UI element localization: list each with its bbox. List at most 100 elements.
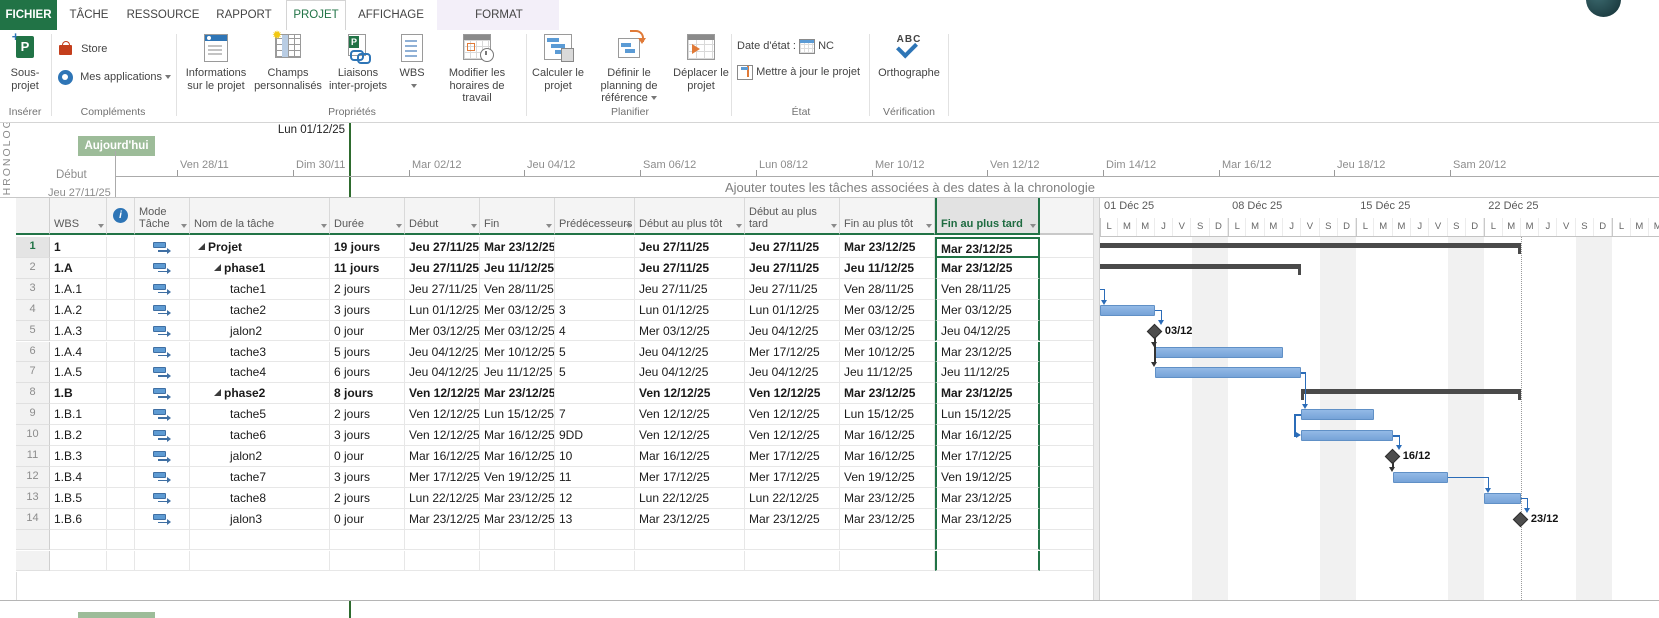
- cell-name[interactable]: jalon3: [190, 509, 330, 530]
- sous-projet-button[interactable]: +P Sous-projet: [2, 33, 48, 109]
- mes-applications-button[interactable]: Mes applications: [58, 66, 171, 88]
- cell-mode[interactable]: [135, 258, 190, 279]
- cell-info[interactable]: [107, 404, 135, 425]
- tab-format[interactable]: FORMAT: [466, 0, 532, 30]
- cell-name[interactable]: tache5: [190, 404, 330, 425]
- timeline-hint[interactable]: Ajouter toutes les tâches associées à de…: [540, 180, 1280, 195]
- cell-fpt[interactable]: Mer 03/12/25: [840, 321, 935, 342]
- cell-duree[interactable]: [330, 530, 405, 551]
- cell-pred[interactable]: [555, 237, 635, 258]
- modifier-horaires-button[interactable]: Modifier les horaires de travail: [434, 33, 520, 109]
- cell-wbs[interactable]: 1.A: [50, 258, 107, 279]
- cell-debut[interactable]: Lun 01/12/25: [405, 300, 480, 321]
- cell-fpt[interactable]: Jeu 11/12/25: [840, 258, 935, 279]
- cell-wbs[interactable]: 1: [50, 237, 107, 258]
- cell-fpt[interactable]: Mer 10/12/25: [840, 342, 935, 363]
- cell-debut[interactable]: Mer 17/12/25: [405, 467, 480, 488]
- cell-fpt[interactable]: [840, 551, 935, 572]
- cell-debut[interactable]: Lun 22/12/25: [405, 488, 480, 509]
- cell-dptard[interactable]: [745, 530, 840, 551]
- cell-pred[interactable]: 4: [555, 321, 635, 342]
- row-number[interactable]: [16, 551, 50, 572]
- cell-mode[interactable]: [135, 467, 190, 488]
- expand-triangle-icon[interactable]: [214, 264, 221, 271]
- cell-fin[interactable]: Jeu 11/12/25: [480, 258, 555, 279]
- column-header-fin[interactable]: Fin: [480, 198, 555, 235]
- cell-name[interactable]: tache3: [190, 342, 330, 363]
- cell-fpt[interactable]: Jeu 11/12/25: [840, 362, 935, 383]
- cell-fpt[interactable]: Ven 19/12/25: [840, 467, 935, 488]
- row-number[interactable]: 3: [16, 279, 50, 300]
- cell-mode[interactable]: [135, 488, 190, 509]
- cell-duree[interactable]: 5 jours: [330, 342, 405, 363]
- cell-mode[interactable]: [135, 237, 190, 258]
- cell-pred[interactable]: 7: [555, 404, 635, 425]
- cell-fptard[interactable]: [935, 530, 1040, 551]
- cell-fpt[interactable]: Mar 23/12/25: [840, 237, 935, 258]
- cell-info[interactable]: [107, 362, 135, 383]
- row-number[interactable]: 2: [16, 258, 50, 279]
- task-bar[interactable]: [1393, 472, 1448, 483]
- task-bar[interactable]: [1301, 409, 1374, 420]
- select-all-corner[interactable]: [16, 198, 50, 235]
- cell-debut[interactable]: Jeu 27/11/25: [405, 237, 480, 258]
- cell-dptard[interactable]: Lun 22/12/25: [745, 488, 840, 509]
- cell-debut[interactable]: Ven 12/12/25: [405, 404, 480, 425]
- filter-arrow-icon[interactable]: [926, 224, 932, 228]
- cell-wbs[interactable]: 1.A.5: [50, 362, 107, 383]
- cell-fin[interactable]: Mer 10/12/25: [480, 342, 555, 363]
- cell-name[interactable]: tache2: [190, 300, 330, 321]
- cell-name[interactable]: [190, 551, 330, 572]
- cell-dptard[interactable]: Mar 23/12/25: [745, 509, 840, 530]
- cell-info[interactable]: [107, 488, 135, 509]
- cell-pred[interactable]: 5: [555, 342, 635, 363]
- cell-duree[interactable]: 0 jour: [330, 509, 405, 530]
- cell-pred[interactable]: [555, 551, 635, 572]
- add-column-area[interactable]: [1040, 198, 1093, 572]
- cell-info[interactable]: [107, 446, 135, 467]
- filter-arrow-icon[interactable]: [471, 224, 477, 228]
- calculer-projet-button[interactable]: Calculer le projet: [531, 33, 585, 109]
- cell-duree[interactable]: 0 jour: [330, 321, 405, 342]
- cell-pred[interactable]: [555, 383, 635, 404]
- cell-fpt[interactable]: [840, 530, 935, 551]
- cell-dpt[interactable]: Mar 16/12/25: [635, 446, 745, 467]
- cell-fin[interactable]: Lun 15/12/25: [480, 404, 555, 425]
- row-number[interactable]: [16, 530, 50, 551]
- column-header-duree[interactable]: Durée: [330, 198, 405, 235]
- row-number[interactable]: 10: [16, 425, 50, 446]
- cell-dpt[interactable]: [635, 551, 745, 572]
- cell-name[interactable]: tache6: [190, 425, 330, 446]
- cell-info[interactable]: [107, 467, 135, 488]
- cell-info[interactable]: [107, 383, 135, 404]
- column-header-pred[interactable]: Prédécesseurs: [555, 198, 635, 235]
- planning-reference-button[interactable]: Définir le planning de référence: [587, 33, 671, 109]
- cell-mode[interactable]: [135, 321, 190, 342]
- cell-debut[interactable]: Mer 03/12/25: [405, 321, 480, 342]
- cell-pred[interactable]: [555, 258, 635, 279]
- cell-fin[interactable]: Mer 03/12/25: [480, 300, 555, 321]
- cell-name[interactable]: jalon2: [190, 321, 330, 342]
- cell-duree[interactable]: 2 jours: [330, 404, 405, 425]
- add-column-header[interactable]: [1040, 198, 1093, 235]
- cell-fptard[interactable]: Jeu 11/12/25: [935, 362, 1040, 383]
- filter-arrow-icon[interactable]: [396, 224, 402, 228]
- cell-info[interactable]: [107, 258, 135, 279]
- cell-dpt[interactable]: Jeu 04/12/25: [635, 362, 745, 383]
- deplacer-projet-button[interactable]: Déplacer le projet: [673, 33, 729, 109]
- cell-dpt[interactable]: Lun 22/12/25: [635, 488, 745, 509]
- cell-debut[interactable]: Jeu 04/12/25: [405, 362, 480, 383]
- cell-fin[interactable]: Mar 16/12/25: [480, 446, 555, 467]
- cell-duree[interactable]: 8 jours: [330, 383, 405, 404]
- tab-projet[interactable]: PROJET: [286, 0, 346, 31]
- cell-fptard[interactable]: Mar 23/12/25: [935, 509, 1040, 530]
- tab-ressource[interactable]: RESSOURCE: [124, 0, 202, 30]
- cell-fin[interactable]: [480, 530, 555, 551]
- cell-fptard[interactable]: Mar 23/12/25: [935, 237, 1040, 258]
- row-number[interactable]: 13: [16, 488, 50, 509]
- cell-mode[interactable]: [135, 446, 190, 467]
- expand-triangle-icon[interactable]: [214, 389, 221, 396]
- cell-fin[interactable]: Mar 16/12/25: [480, 425, 555, 446]
- column-header-mode[interactable]: Mode Tâche: [135, 198, 190, 235]
- cell-pred[interactable]: [555, 279, 635, 300]
